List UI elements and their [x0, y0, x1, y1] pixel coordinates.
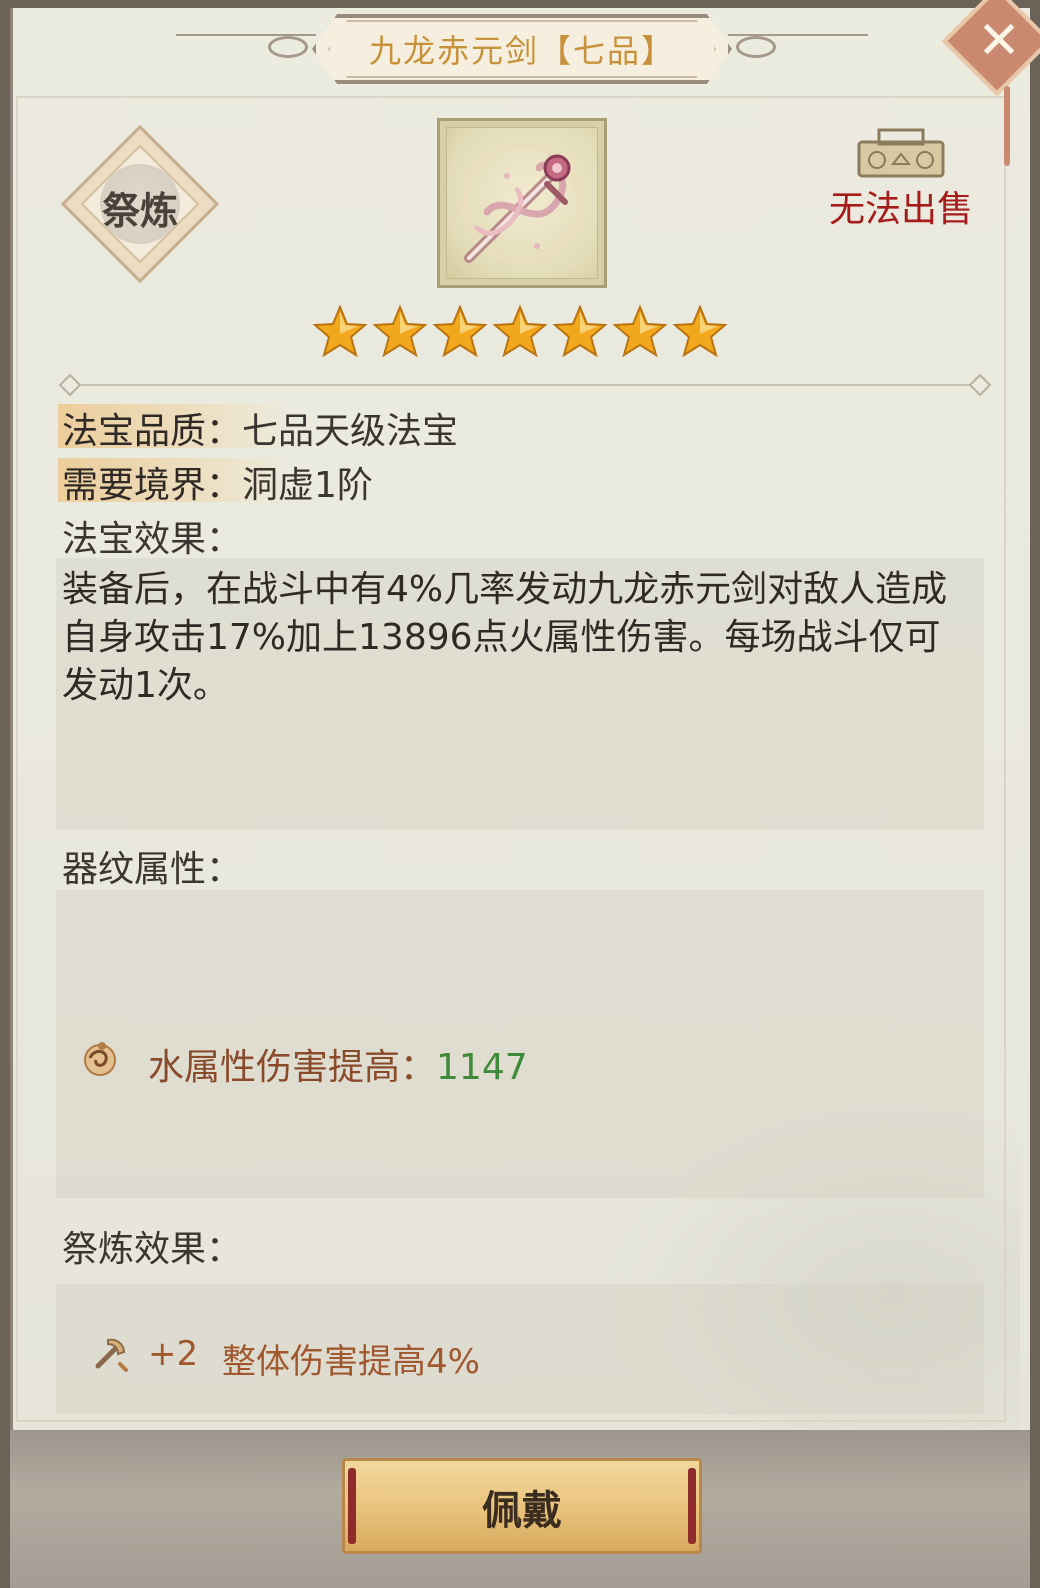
star-icon: [492, 304, 548, 358]
star-icon: [432, 304, 488, 358]
refine-level: +2: [148, 1334, 199, 1374]
star-rating: [312, 304, 732, 366]
close-icon[interactable]: ✕: [966, 8, 1032, 74]
title-line-left: [176, 34, 316, 36]
star-icon: [612, 304, 668, 358]
item-title: 九龙赤元剑【七品】: [368, 32, 675, 70]
no-sell-status: 无法出售: [828, 189, 973, 230]
effect-description: 装备后，在战斗中有4%几率发动九龙赤元剑对敌人造成自身攻击17%加上13896点…: [62, 569, 948, 706]
realm-label: 需要境界：: [62, 465, 243, 506]
refine-effect-label: 祭炼效果：: [62, 1229, 243, 1270]
pattern-attribute-name: 水属性伤害提高：: [148, 1047, 437, 1088]
red-jade-sword-icon: [461, 142, 583, 264]
pattern-attribute-value: 1147: [436, 1047, 528, 1088]
chest-icon: [857, 128, 945, 178]
water-element-icon: [80, 1038, 120, 1078]
divider: [60, 384, 990, 386]
title-curl-left: [268, 36, 308, 58]
pattern-attribute: 水属性伤害提高：1147: [148, 1038, 528, 1090]
wear-button-label[interactable]: 佩戴: [342, 1478, 702, 1536]
effect-label: 法宝效果：: [62, 519, 243, 560]
realm-row: 需要境界：洞虚1阶: [62, 456, 373, 508]
item-icon-slot: [446, 127, 598, 279]
title-curl-right: [736, 36, 776, 58]
quality-row: 法宝品质：七品天级法宝: [62, 402, 458, 454]
realm-value: 洞虚1阶: [242, 465, 373, 506]
quality-label: 法宝品质：: [62, 411, 243, 452]
refine-hammer-icon: [90, 1334, 130, 1374]
tassel-decoration: [1004, 86, 1010, 166]
star-icon: [672, 304, 728, 358]
star-icon: [312, 304, 368, 358]
star-icon: [372, 304, 428, 358]
star-icon: [552, 304, 608, 358]
refine-button[interactable]: 祭炼: [80, 180, 200, 235]
refine-effect-desc: 整体伤害提高4%: [222, 1342, 480, 1382]
quality-value: 七品天级法宝: [242, 411, 459, 452]
pattern-label: 器纹属性：: [62, 849, 243, 890]
